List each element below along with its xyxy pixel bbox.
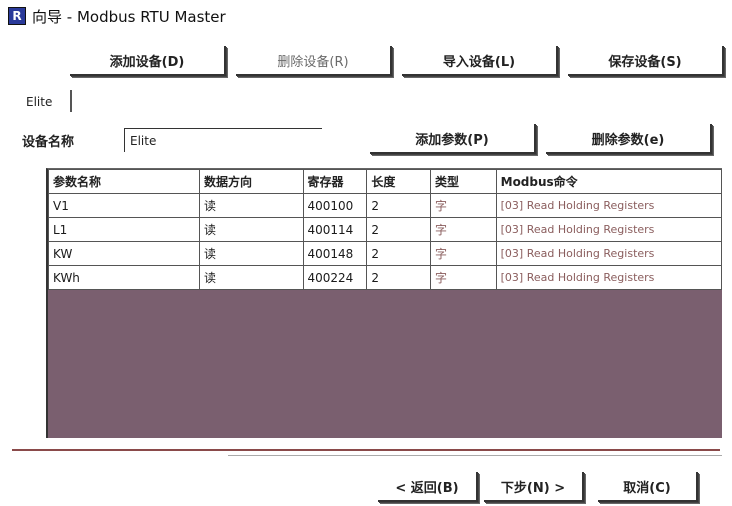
device-name-label: 设备名称 — [22, 135, 75, 150]
cancel-button[interactable]: 取消(C) — [598, 472, 698, 502]
header-register[interactable]: 寄存器 — [302, 169, 368, 194]
table-row[interactable]: V1 读 400100 2 字 [03] Read Holding Regist… — [47, 193, 723, 218]
cell-type: 字 — [430, 193, 497, 218]
table-header-row: 参数名称 数据方向 寄存器 长度 类型 Modbus命令 — [47, 169, 723, 194]
parameter-table[interactable]: 参数名称 数据方向 寄存器 长度 类型 Modbus命令 V1 读 400100… — [46, 168, 723, 438]
next-button[interactable]: 下步(N) > — [484, 472, 584, 502]
window-title: 向导 - Modbus RTU Master — [32, 7, 226, 26]
cell-param-name: V1 — [47, 193, 201, 218]
cell-param-name: KW — [47, 241, 201, 266]
cell-type: 字 — [430, 265, 497, 290]
device-tab[interactable]: Elite — [26, 95, 52, 109]
footer-divider-light — [228, 455, 722, 456]
cell-modbus-command: [03] Read Holding Registers — [495, 265, 723, 290]
cell-direction: 读 — [199, 193, 304, 218]
cell-type: 字 — [430, 241, 497, 266]
back-button[interactable]: < 返回(B) — [378, 472, 478, 502]
header-modbus-command[interactable]: Modbus命令 — [495, 169, 723, 194]
header-param-name[interactable]: 参数名称 — [47, 169, 201, 194]
header-length[interactable]: 长度 — [366, 169, 431, 194]
header-type[interactable]: 类型 — [430, 169, 497, 194]
cell-register: 400114 — [302, 217, 368, 242]
table-row[interactable]: KWh 读 400224 2 字 [03] Read Holding Regis… — [47, 265, 723, 290]
save-device-button[interactable]: 保存设备(S) — [568, 46, 724, 76]
cell-direction: 读 — [199, 265, 304, 290]
tab-separator — [70, 90, 72, 112]
cell-direction: 读 — [199, 217, 304, 242]
cell-modbus-command: [03] Read Holding Registers — [495, 193, 723, 218]
delete-device-button[interactable]: 删除设备(R) — [236, 46, 392, 76]
cell-register: 400100 — [302, 193, 368, 218]
title-bar: R 向导 - Modbus RTU Master — [0, 0, 732, 32]
cell-register: 400224 — [302, 265, 368, 290]
cell-length: 2 — [366, 193, 431, 218]
cell-length: 2 — [366, 241, 431, 266]
cell-direction: 读 — [199, 241, 304, 266]
cell-modbus-command: [03] Read Holding Registers — [495, 217, 723, 242]
cell-modbus-command: [03] Read Holding Registers — [495, 241, 723, 266]
cell-length: 2 — [366, 265, 431, 290]
table-row[interactable]: KW 读 400148 2 字 [03] Read Holding Regist… — [47, 241, 723, 266]
delete-param-button[interactable]: 删除参数(e) — [546, 124, 712, 154]
add-device-button[interactable]: 添加设备(D) — [70, 46, 226, 76]
import-device-button[interactable]: 导入设备(L) — [402, 46, 558, 76]
cell-param-name: KWh — [47, 265, 201, 290]
cell-param-name: L1 — [47, 217, 201, 242]
footer-divider — [12, 449, 720, 451]
header-direction[interactable]: 数据方向 — [199, 169, 304, 194]
cell-length: 2 — [366, 217, 431, 242]
app-icon: R — [8, 7, 26, 25]
table-row[interactable]: L1 读 400114 2 字 [03] Read Holding Regist… — [47, 217, 723, 242]
cell-type: 字 — [430, 217, 497, 242]
add-param-button[interactable]: 添加参数(P) — [370, 124, 536, 154]
device-name-input[interactable] — [124, 128, 322, 152]
cell-register: 400148 — [302, 241, 368, 266]
